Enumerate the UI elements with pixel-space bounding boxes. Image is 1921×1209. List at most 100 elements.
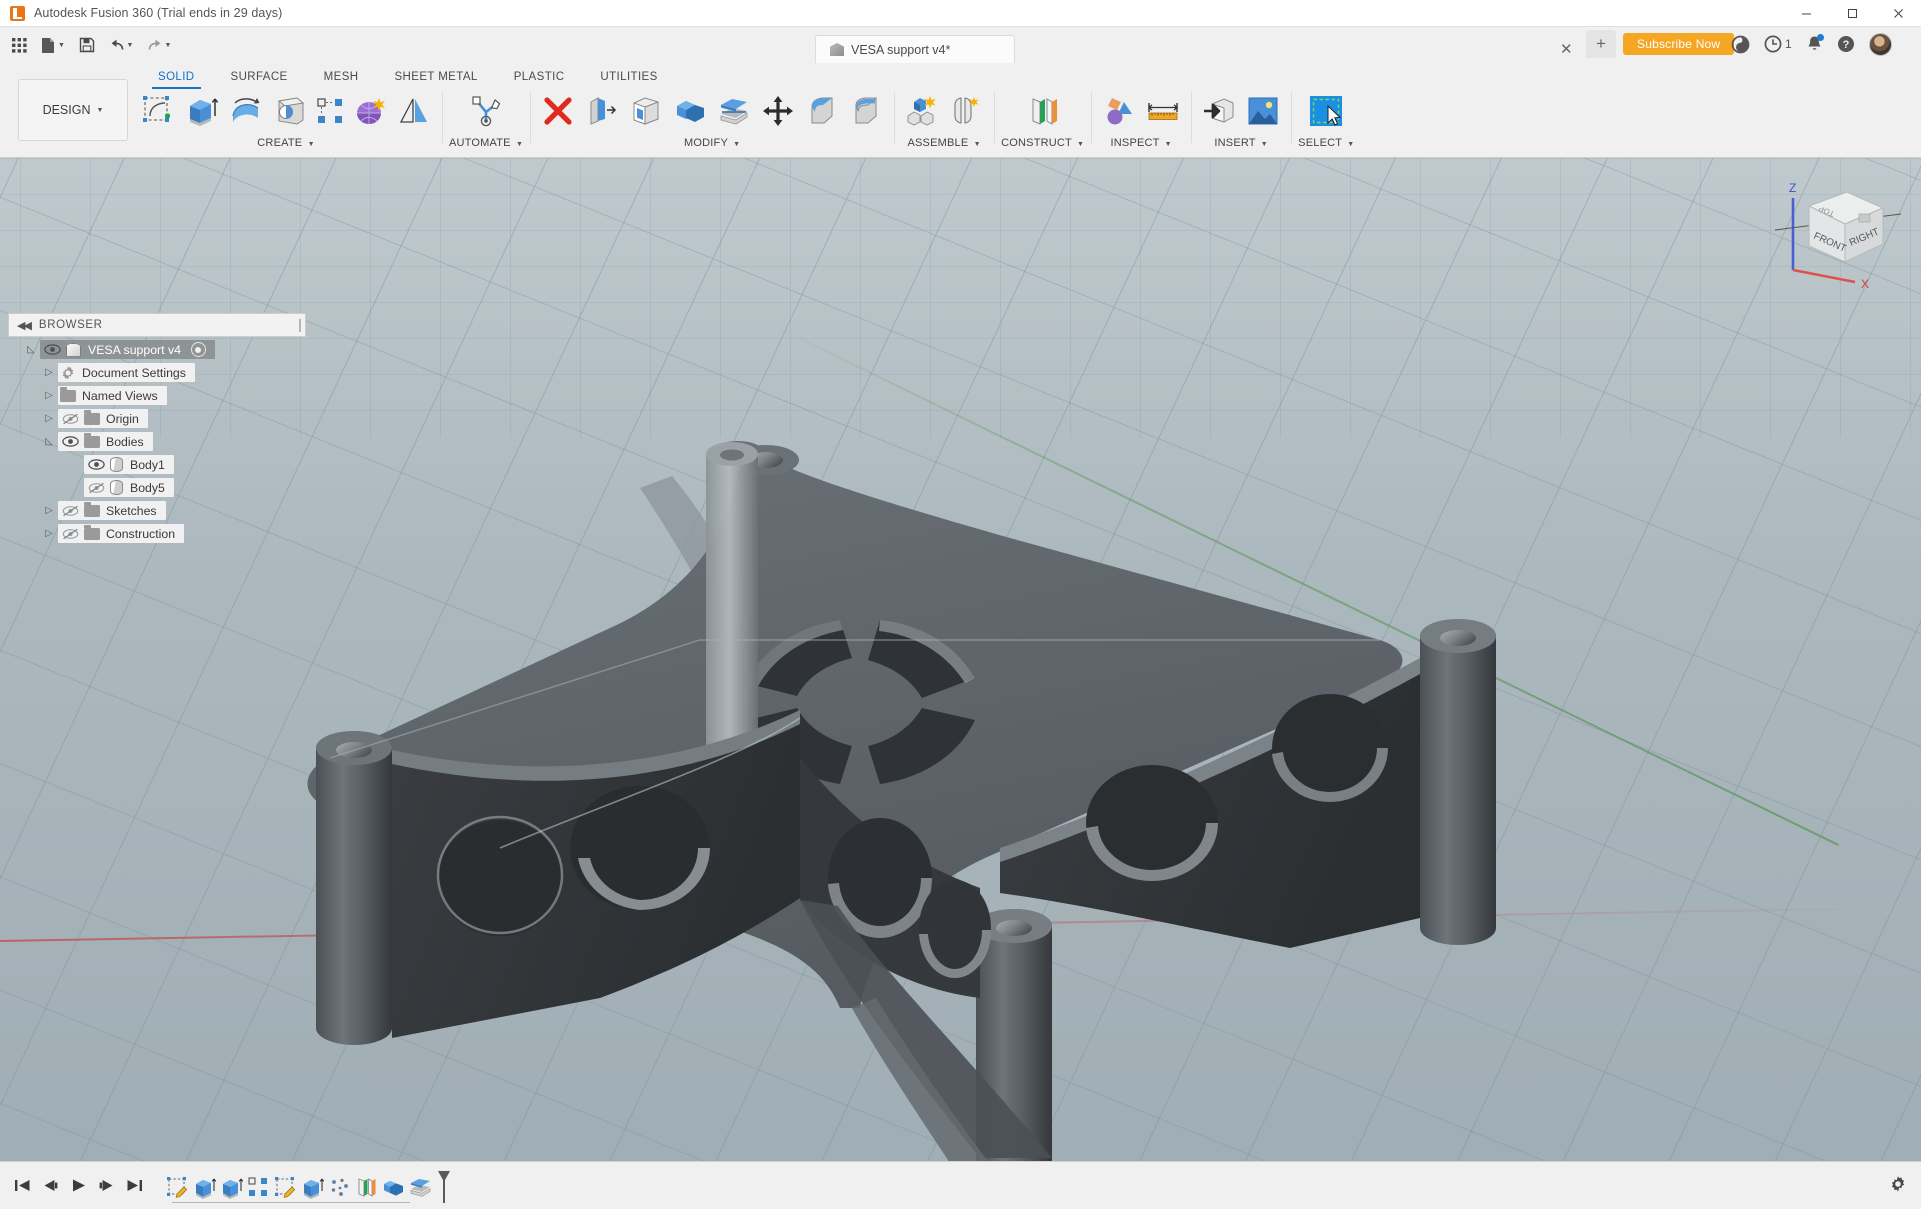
- post-left[interactable]: [316, 731, 392, 1045]
- go-to-beginning-icon[interactable]: [8, 1172, 36, 1200]
- redo-icon[interactable]: ▼: [140, 30, 178, 60]
- group-label-select[interactable]: SELECT ▼: [1298, 137, 1354, 149]
- delete-icon[interactable]: [537, 89, 579, 133]
- offset-plane-icon[interactable]: [1022, 89, 1064, 133]
- sketch-feature-icon[interactable]: [164, 1173, 191, 1203]
- revolve-icon[interactable]: [225, 89, 267, 133]
- twisty-collapsed-icon[interactable]: ▷: [40, 413, 58, 424]
- fillet-icon[interactable]: [801, 89, 843, 133]
- tab-mesh[interactable]: MESH: [306, 68, 377, 87]
- sweep-icon[interactable]: [269, 89, 311, 133]
- panel-resize-grip[interactable]: [299, 319, 301, 332]
- step-back-icon[interactable]: [36, 1172, 64, 1200]
- view-cube[interactable]: Z X FRONT RIGHT TOP: [1773, 170, 1903, 291]
- group-label-inspect[interactable]: INSPECT ▼: [1111, 137, 1172, 149]
- tree-item-body5[interactable]: Body5: [8, 476, 318, 499]
- visibility-eye-off-icon[interactable]: [58, 528, 82, 540]
- browser-panel-header[interactable]: ◀◀ BROWSER: [8, 313, 306, 337]
- tree-item-origin[interactable]: ▷ Origin: [8, 407, 318, 430]
- new-component-icon[interactable]: [901, 89, 943, 133]
- job-status-icon[interactable]: 1: [1764, 35, 1792, 53]
- document-tab[interactable]: VESA support v4*: [815, 35, 1015, 63]
- press-pull-icon[interactable]: [581, 89, 623, 133]
- point-pattern-feature-icon[interactable]: [326, 1173, 353, 1203]
- visibility-eye-off-icon[interactable]: [58, 505, 82, 517]
- tree-item-construction[interactable]: ▷ Construction: [8, 522, 318, 545]
- visibility-eye-icon[interactable]: [84, 459, 108, 470]
- timeline-marker[interactable]: [436, 1169, 450, 1203]
- visibility-eye-icon[interactable]: [40, 344, 64, 355]
- twisty-expanded-icon[interactable]: ◺: [22, 344, 40, 355]
- extrude-feature-icon[interactable]: [299, 1173, 326, 1203]
- save-icon[interactable]: [72, 30, 102, 60]
- settings-gear-icon[interactable]: [1889, 1175, 1921, 1196]
- tab-sheet-metal[interactable]: SHEET METAL: [376, 68, 495, 87]
- close-button[interactable]: [1875, 0, 1921, 27]
- create-sketch-icon[interactable]: [137, 89, 179, 133]
- measure-icon[interactable]: [1142, 89, 1184, 133]
- tab-utilities[interactable]: UTILITIES: [582, 68, 675, 87]
- group-label-assemble[interactable]: ASSEMBLE ▼: [907, 137, 980, 149]
- shell-feature-icon[interactable]: [407, 1173, 434, 1203]
- tree-item-document-settings[interactable]: ▷ Document Settings: [8, 361, 318, 384]
- form-icon[interactable]: [349, 89, 391, 133]
- insert-derive-icon[interactable]: [1198, 89, 1240, 133]
- joint-icon[interactable]: [945, 89, 987, 133]
- collapse-panel-icon[interactable]: ◀◀: [17, 319, 32, 332]
- offset-face-icon[interactable]: [713, 89, 755, 133]
- pattern-feature-icon[interactable]: [245, 1173, 272, 1203]
- tree-item-body1[interactable]: Body1: [8, 453, 318, 476]
- twisty-collapsed-icon[interactable]: ▷: [40, 528, 58, 539]
- move-copy-icon[interactable]: [757, 89, 799, 133]
- group-label-create[interactable]: CREATE ▼: [257, 137, 314, 149]
- tab-solid[interactable]: SOLID: [140, 68, 213, 89]
- twisty-collapsed-icon[interactable]: ▷: [40, 367, 58, 378]
- extrude-feature-icon[interactable]: [218, 1173, 245, 1203]
- combine-icon[interactable]: [669, 89, 711, 133]
- tree-item-sketches[interactable]: ▷ Sketches: [8, 499, 318, 522]
- tree-item-named-views[interactable]: ▷ Named Views: [8, 384, 318, 407]
- maximize-button[interactable]: [1829, 0, 1875, 27]
- minimize-button[interactable]: [1783, 0, 1829, 27]
- combine-feature-icon[interactable]: [380, 1173, 407, 1203]
- bell-icon[interactable]: [1806, 34, 1824, 53]
- post-right[interactable]: [1420, 619, 1496, 945]
- automate-generative-icon[interactable]: [465, 89, 507, 133]
- step-forward-icon[interactable]: [92, 1172, 120, 1200]
- undo-icon[interactable]: ▼: [102, 30, 140, 60]
- twisty-collapsed-icon[interactable]: ▷: [40, 390, 58, 401]
- sketch-feature-icon[interactable]: [272, 1173, 299, 1203]
- activate-component-radio[interactable]: [190, 342, 206, 357]
- visibility-eye-icon[interactable]: [58, 436, 82, 447]
- help-icon[interactable]: ?: [1837, 35, 1855, 53]
- pattern-icon[interactable]: [313, 89, 347, 133]
- chamfer-icon[interactable]: [845, 89, 887, 133]
- shell-icon[interactable]: [625, 89, 667, 133]
- go-to-end-icon[interactable]: [120, 1172, 148, 1200]
- group-label-modify[interactable]: MODIFY ▼: [684, 137, 740, 149]
- visibility-eye-off-icon[interactable]: [58, 413, 82, 425]
- tab-surface[interactable]: SURFACE: [213, 68, 306, 87]
- mirror-icon[interactable]: [393, 89, 435, 133]
- extrude-feature-icon[interactable]: [191, 1173, 218, 1203]
- plane-feature-icon[interactable]: [353, 1173, 380, 1203]
- app-grid-icon[interactable]: [4, 30, 34, 60]
- user-avatar[interactable]: [1868, 32, 1892, 56]
- twisty-collapsed-icon[interactable]: ▷: [40, 505, 58, 516]
- play-icon[interactable]: [64, 1172, 92, 1200]
- tree-item-bodies[interactable]: ◺ Bodies: [8, 430, 318, 453]
- group-label-automate[interactable]: AUTOMATE ▼: [449, 137, 523, 149]
- new-tab-button[interactable]: +: [1586, 30, 1616, 58]
- subscribe-now-button[interactable]: Subscribe Now: [1623, 33, 1735, 55]
- select-window-icon[interactable]: [1305, 89, 1347, 133]
- visibility-eye-off-icon[interactable]: [84, 482, 108, 494]
- extension-icon[interactable]: [1731, 35, 1750, 54]
- inspect-interference-icon[interactable]: [1098, 89, 1140, 133]
- group-label-construct[interactable]: CONSTRUCT ▼: [1001, 137, 1084, 149]
- 3d-viewport[interactable]: ◀◀ BROWSER ◺ VESA support v4 ▷ Document …: [0, 158, 1921, 1209]
- new-document-icon[interactable]: ▼: [34, 30, 72, 60]
- workspace-selector[interactable]: DESIGN ▼: [18, 79, 128, 141]
- insert-canvas-icon[interactable]: [1242, 89, 1284, 133]
- tree-item-vesa-support-v4[interactable]: ◺ VESA support v4: [8, 338, 318, 361]
- twisty-expanded-icon[interactable]: ◺: [40, 436, 58, 447]
